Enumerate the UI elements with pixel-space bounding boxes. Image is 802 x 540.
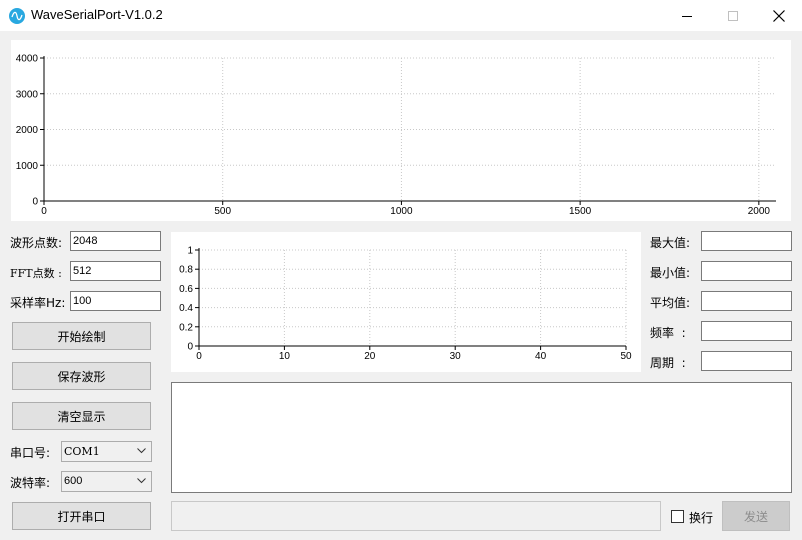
fft-chart-y-tick-label: 0 <box>187 342 193 353</box>
baud-select-value: 600 <box>64 475 83 487</box>
fft-chart-x-tick-label: 40 <box>535 351 547 362</box>
app-wave-icon <box>9 8 25 24</box>
chevron-down-icon <box>137 448 146 454</box>
chevron-down-icon <box>137 478 146 484</box>
minimize-button[interactable] <box>664 0 710 31</box>
wave-chart-panel: 0 500 1000 1500 2000 0 1000 2000 3000 4000 <box>11 40 791 221</box>
wave-chart-y-tick-label: 1000 <box>16 161 39 172</box>
fft-chart-x-tick-label: 30 <box>450 351 462 362</box>
fft-points-input[interactable]: 512 <box>70 261 161 281</box>
fft-chart-x-tick-label: 10 <box>279 351 291 362</box>
newline-label: 换行 <box>689 511 714 525</box>
send-input[interactable] <box>171 501 661 531</box>
baud-select[interactable]: 600 <box>61 471 152 492</box>
clear-display-button[interactable]: 清空显示 <box>12 402 151 430</box>
fft-chart: 0 10 20 30 40 50 0 0.2 0.4 0.6 0.8 1 <box>179 246 632 363</box>
fft-chart-panel: 0 10 20 30 40 50 0 0.2 0.4 0.6 0.8 1 <box>171 232 641 372</box>
minimize-icon <box>682 15 692 17</box>
newline-checkbox[interactable] <box>671 510 684 523</box>
receive-textarea[interactable] <box>171 382 792 493</box>
title-bar: WaveSerialPort-V1.0.2 <box>0 0 802 31</box>
fft-chart-x-tick-label: 20 <box>364 351 376 362</box>
wave-chart-y-tick-label: 2000 <box>16 125 39 136</box>
wave-chart-y-tick-label: 0 <box>32 197 38 208</box>
max-label: 最大值: <box>650 236 691 250</box>
min-label: 最小值: <box>650 266 691 280</box>
wave-chart-x-tick-label: 1000 <box>390 206 413 217</box>
maximize-icon <box>728 10 738 21</box>
fft-chart-y-tick-label: 1 <box>187 246 193 257</box>
sample-rate-input[interactable]: 100 <box>70 291 161 311</box>
wave-chart: 0 500 1000 1500 2000 0 1000 2000 3000 4000 <box>16 54 776 217</box>
avg-value-field[interactable] <box>701 291 792 311</box>
start-draw-button[interactable]: 开始绘制 <box>12 322 151 350</box>
wave-points-input[interactable]: 2048 <box>70 231 161 251</box>
port-select-value: COM1 <box>64 445 100 458</box>
window-title: WaveSerialPort-V1.0.2 <box>31 7 163 22</box>
fft-chart-y-tick-label: 0.8 <box>179 265 193 276</box>
wave-chart-y-tick-label: 3000 <box>16 89 39 100</box>
baud-label: 波特率: <box>10 476 51 490</box>
fft-points-label: FFT点数 : <box>10 267 62 280</box>
port-label: 串口号: <box>10 446 51 460</box>
port-select[interactable]: COM1 <box>61 441 152 462</box>
fft-chart-y-tick-label: 0.4 <box>179 303 193 314</box>
close-button[interactable] <box>756 0 802 31</box>
save-wave-button[interactable]: 保存波形 <box>12 362 151 390</box>
fft-chart-x-tick-label: 50 <box>620 351 632 362</box>
maximize-button[interactable] <box>710 0 756 31</box>
freq-label: 频率 : <box>650 326 686 340</box>
fft-chart-y-tick-label: 0.2 <box>179 322 193 333</box>
wave-chart-x-tick-label: 2000 <box>748 206 771 217</box>
period-value-field[interactable] <box>701 351 792 371</box>
send-button[interactable]: 发送 <box>722 501 790 531</box>
avg-label: 平均值: <box>650 296 691 310</box>
period-label: 周期 : <box>650 356 686 370</box>
fft-chart-x-tick-label: 0 <box>196 351 202 362</box>
freq-value-field[interactable] <box>701 321 792 341</box>
sample-rate-label: 采样率Hz: <box>10 296 66 310</box>
open-port-button[interactable]: 打开串口 <box>12 502 151 530</box>
close-icon <box>773 9 785 22</box>
wave-chart-x-tick-label: 0 <box>41 206 47 217</box>
fft-chart-y-tick-label: 0.6 <box>179 284 193 295</box>
max-value-field[interactable] <box>701 231 792 251</box>
wave-chart-x-tick-label: 1500 <box>569 206 592 217</box>
wave-points-label: 波形点数: <box>10 236 63 250</box>
wave-chart-y-tick-label: 4000 <box>16 54 39 65</box>
wave-chart-x-tick-label: 500 <box>214 206 231 217</box>
min-value-field[interactable] <box>701 261 792 281</box>
